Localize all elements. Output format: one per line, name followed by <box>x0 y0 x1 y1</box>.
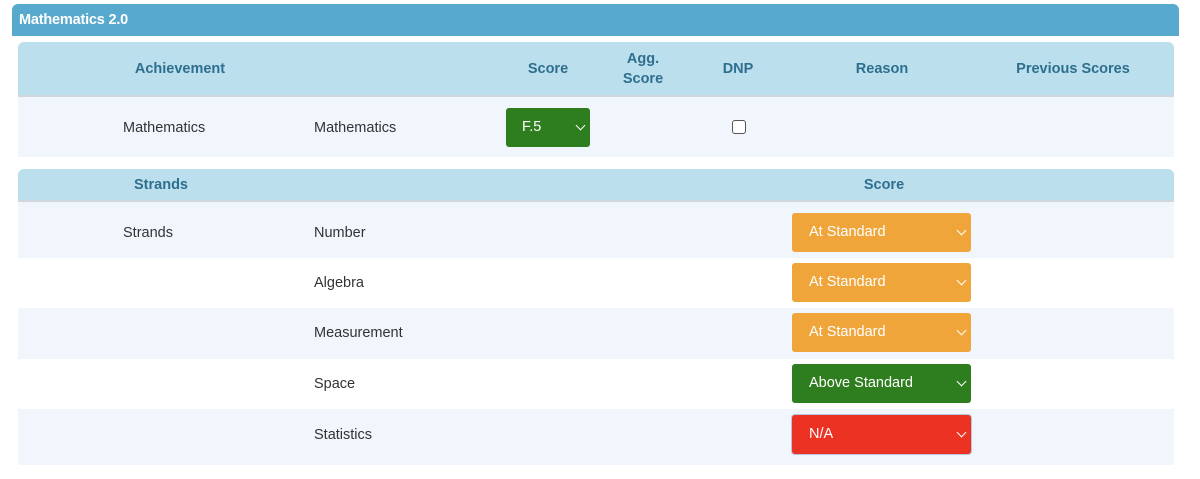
agg-score-column-header: Agg. Score <box>603 49 683 89</box>
strand-row: Algebra At Standard <box>23 258 1169 308</box>
strand-name: Space <box>314 376 356 392</box>
strand-row: Measurement At Standard <box>18 308 1174 359</box>
achievement-name: Mathematics <box>123 120 206 136</box>
dnp-column-header: DNP <box>722 61 754 77</box>
strand-score-select[interactable]: At Standard <box>792 213 971 252</box>
strand-score-value: N/A <box>809 426 834 442</box>
score-column-header: Score <box>527 61 569 77</box>
chevron-down-icon <box>956 376 967 387</box>
strand-score-value: At Standard <box>809 324 886 340</box>
achievement-table-header: Achievement Score Agg. Score DNP Reason … <box>18 42 1174 97</box>
strand-name: Number <box>314 225 366 241</box>
achievement-score-value: F.5 <box>522 119 542 135</box>
agg-score-header-line2: Score <box>622 71 664 87</box>
dnp-checkbox[interactable] <box>732 120 746 134</box>
panel-title: Mathematics 2.0 <box>12 4 1179 36</box>
strands-table-header: Strands Score <box>18 169 1174 202</box>
strand-name: Measurement <box>314 325 403 341</box>
strand-row: Space Above Standard <box>23 359 1169 409</box>
strand-score-select[interactable]: At Standard <box>792 313 971 352</box>
strand-score-select[interactable]: Above Standard <box>792 364 971 403</box>
strand-group-label: Strands <box>123 225 173 241</box>
achievement-score-select[interactable]: F.5 <box>506 108 590 147</box>
achievement-column-header: Achievement <box>134 61 226 77</box>
strand-row: Statistics N/A <box>18 409 1174 465</box>
strand-score-value: Above Standard <box>809 375 913 391</box>
strand-row: Strands Number At Standard <box>18 202 1174 258</box>
strands-column-header: Strands <box>134 177 188 193</box>
reason-column-header: Reason <box>855 61 909 77</box>
chevron-down-icon <box>956 275 967 286</box>
strand-score-value: At Standard <box>809 224 886 240</box>
agg-score-header-line1: Agg. <box>626 51 660 67</box>
strand-score-select[interactable]: N/A <box>792 415 971 454</box>
strand-name: Statistics <box>314 427 373 443</box>
strand-name: Algebra <box>314 275 364 291</box>
achievement-row: Mathematics Mathematics F.5 <box>18 97 1174 157</box>
strand-score-column-header: Score <box>863 177 905 193</box>
strand-score-select[interactable]: At Standard <box>792 263 971 302</box>
chevron-down-icon <box>956 225 967 236</box>
chevron-down-icon <box>956 427 967 438</box>
chevron-down-icon <box>575 120 586 131</box>
achievement-subject: Mathematics <box>314 120 397 136</box>
strand-score-value: At Standard <box>809 274 886 290</box>
chevron-down-icon <box>956 325 967 336</box>
previous-scores-column-header: Previous Scores <box>1016 61 1130 77</box>
